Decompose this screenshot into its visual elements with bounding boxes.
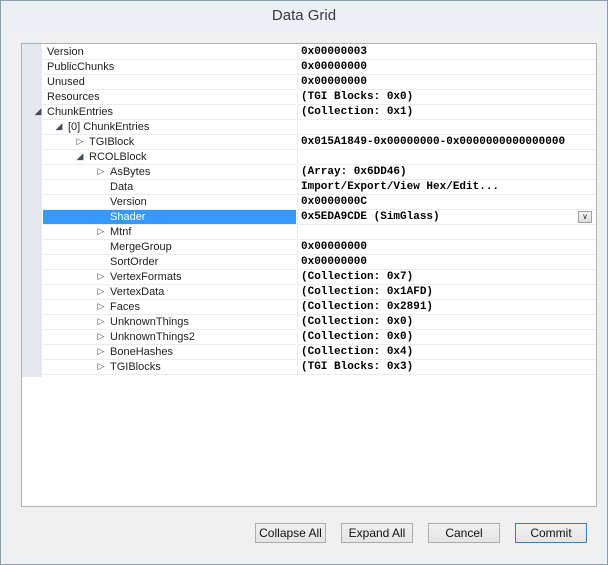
property-value: (Collection: 0x0) [301,331,414,343]
grid-row[interactable]: ▷ TGIBlocks (TGI Blocks: 0x3) [22,360,596,375]
property-value: 0x00000000 [301,241,368,253]
grid-row[interactable]: Data Import/Export/View Hex/Edit... [22,180,596,195]
property-name: Version [47,46,84,58]
property-value: (Collection: 0x1AFD) [301,286,434,298]
property-value: (TGI Blocks: 0x3) [301,361,414,373]
collapsed-triangle-icon[interactable]: ▷ [96,167,106,178]
collapsed-triangle-icon[interactable]: ▷ [96,332,106,343]
collapsed-triangle-icon[interactable]: ▷ [96,317,106,328]
property-value: (Collection: 0x4) [301,346,414,358]
name-cell[interactable] [43,210,296,225]
name-cell[interactable] [43,165,296,180]
value-dropdown-button[interactable]: ∨ [578,211,592,223]
property-value: Import/Export/View Hex/Edit... [301,181,500,193]
property-name: TGIBlocks [110,361,161,373]
grid-row[interactable]: Resources (TGI Blocks: 0x0) [22,90,596,105]
commit-button[interactable]: Commit [515,523,587,543]
collapsed-triangle-icon[interactable]: ▷ [75,137,85,148]
property-name: [0] ChunkEntries [68,121,150,133]
expanded-triangle-icon[interactable]: ◢ [54,122,64,133]
property-name: Mtnf [110,226,132,238]
property-value: (Array: 0x6DD46) [301,166,407,178]
property-name: VertexFormats [110,271,182,283]
expanded-triangle-icon[interactable]: ◢ [75,152,85,163]
collapsed-triangle-icon[interactable]: ▷ [96,287,106,298]
name-cell[interactable] [43,255,296,270]
property-name: Faces [110,301,140,313]
grid-row[interactable]: ▷ UnknownThings (Collection: 0x0) [22,315,596,330]
property-value: 0x0000000C [301,196,368,208]
grid-row[interactable]: Shader 0x5EDA9CDE (SimGlass) ∨ [22,210,596,225]
collapsed-triangle-icon[interactable]: ▷ [96,227,106,238]
property-name: AsBytes [110,166,151,178]
name-cell[interactable] [43,180,296,195]
property-name: RCOLBlock [89,151,147,163]
value-cell[interactable] [297,120,596,135]
collapsed-triangle-icon[interactable]: ▷ [96,272,106,283]
cancel-button[interactable]: Cancel [428,523,500,543]
name-cell[interactable] [43,285,296,300]
name-cell[interactable] [43,225,296,240]
grid-row[interactable]: ▷ TGIBlock 0x015A1849-0x00000000-0x0000000… [22,135,596,150]
property-name: Shader [110,211,146,223]
grid-row[interactable]: Unused 0x00000000 [22,75,596,90]
property-value: 0x00000000 [301,76,368,88]
property-value: (Collection: 0x0) [301,316,414,328]
grid-row[interactable]: PublicChunks 0x00000000 [22,60,596,75]
property-name: Unused [47,76,85,88]
grid-row[interactable]: ▷ Mtnf [22,225,596,240]
name-cell[interactable] [43,195,296,210]
property-name: MergeGroup [110,241,172,253]
property-value: 0x00000000 [301,256,368,268]
grid-row[interactable]: ◢ ChunkEntries (Collection: 0x1) [22,105,596,120]
title-bar[interactable]: Data Grid [1,1,607,33]
grid-row[interactable]: ▷ BoneHashes (Collection: 0x4) [22,345,596,360]
property-name: TGIBlock [89,136,135,148]
property-name: SortOrder [110,256,159,268]
grid-row[interactable]: ◢ [0] ChunkEntries [22,120,596,135]
property-name: Resources [47,91,100,103]
value-cell[interactable] [297,225,596,240]
property-value: (Collection: 0x2891) [301,301,434,313]
collapsed-triangle-icon[interactable]: ▷ [96,362,106,373]
grid-row[interactable]: ▷ VertexData (Collection: 0x1AFD) [22,285,596,300]
property-value: (Collection: 0x1) [301,106,414,118]
grid-row[interactable]: MergeGroup 0x00000000 [22,240,596,255]
property-name: UnknownThings [110,316,189,328]
collapsed-triangle-icon[interactable]: ▷ [96,347,106,358]
value-cell[interactable] [297,150,596,165]
property-name: Data [110,181,134,193]
property-value: 0x00000000 [301,61,368,73]
property-value: 0x5EDA9CDE (SimGlass) [301,211,440,223]
property-name: PublicChunks [47,61,115,73]
expand-all-button[interactable]: Expand All [341,523,413,543]
expanded-triangle-icon[interactable]: ◢ [33,107,43,118]
data-grid-window: Data Grid Version 0x00000003 PublicChunks 0… [0,0,608,565]
property-name: Version [110,196,147,208]
grid-row[interactable]: ▷ AsBytes (Array: 0x6DD46) [22,165,596,180]
collapse-all-button[interactable]: Collapse All [255,523,326,543]
property-name: BoneHashes [110,346,173,358]
grid-row[interactable]: SortOrder 0x00000000 [22,255,596,270]
property-name: ChunkEntries [47,106,114,118]
grid-row[interactable]: ▷ UnknownThings2 (Collection: 0x0) [22,330,596,345]
grid-row[interactable]: Version 0x00000003 [22,45,596,60]
grid-row[interactable]: ▷ VertexFormats (Collection: 0x7) [22,270,596,285]
dialog-client-area: Version 0x00000003 PublicChunks 0x00000000 U… [8,33,599,556]
property-value: (TGI Blocks: 0x0) [301,91,414,103]
grid-row[interactable]: ▷ Faces (Collection: 0x2891) [22,300,596,315]
property-value: 0x015A1849-0x00000000-0x0000000000000000 [301,136,566,148]
property-name: VertexData [110,286,165,298]
grid-row[interactable]: Version 0x0000000C [22,195,596,210]
property-value: 0x00000003 [301,46,368,58]
name-cell[interactable] [43,360,296,375]
grid-row[interactable]: ◢ RCOLBlock [22,150,596,165]
chevron-down-icon: ∨ [582,212,588,221]
window-title: Data Grid [271,7,337,24]
property-value: (Collection: 0x7) [301,271,414,283]
property-grid: Version 0x00000003 PublicChunks 0x00000000 U… [21,43,597,507]
property-name: UnknownThings2 [110,331,195,343]
collapsed-triangle-icon[interactable]: ▷ [96,302,106,313]
name-cell[interactable] [43,300,296,315]
